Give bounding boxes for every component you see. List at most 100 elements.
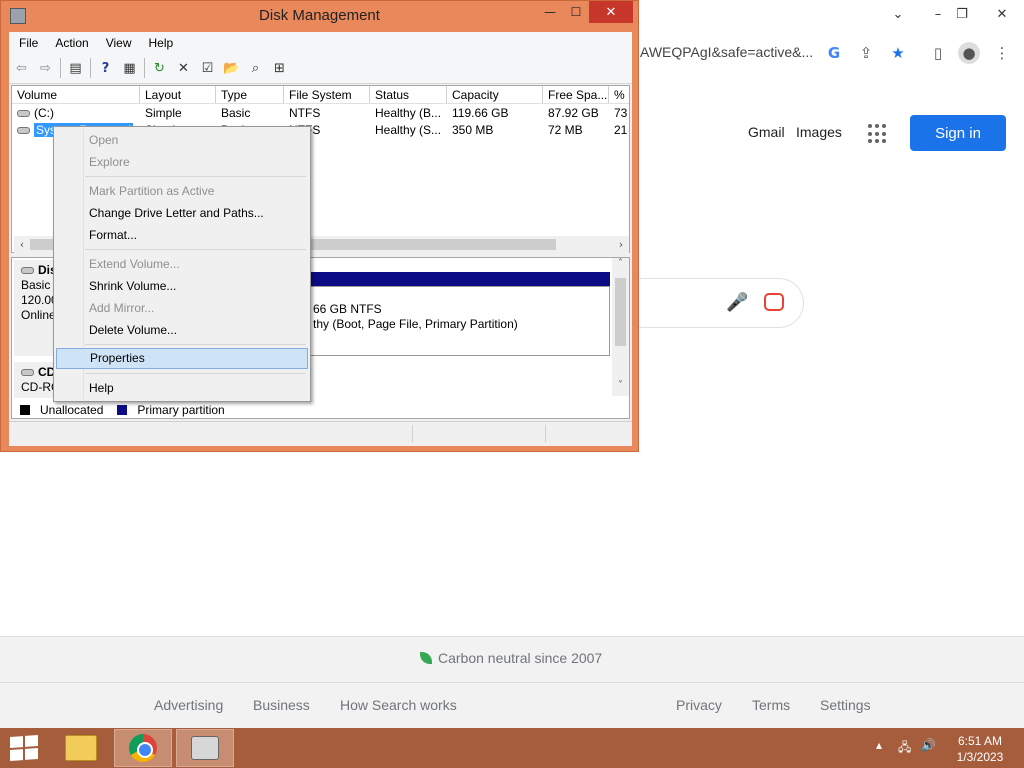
- scroll-thumb[interactable]: [615, 278, 626, 346]
- google-apps-icon[interactable]: [868, 124, 888, 144]
- sign-in-button[interactable]: Sign in: [910, 115, 1006, 151]
- footer-terms-link[interactable]: Terms: [752, 697, 790, 713]
- toolbar: ⇦ ⇨ ▤ ? ▦ ↻ ✕ ☑ 📂 ⌕ ⊞: [9, 53, 632, 84]
- legend: Unallocated Primary partition: [14, 402, 629, 418]
- menu-item-format[interactable]: Format...: [56, 225, 308, 246]
- col-capacity[interactable]: Capacity: [447, 86, 543, 103]
- window-minimize-button[interactable]: —: [537, 1, 563, 23]
- refresh-icon[interactable]: ↻: [150, 59, 169, 78]
- menu-item-delete-volume[interactable]: Delete Volume...: [56, 320, 308, 341]
- address-bar-url[interactable]: AWEQPAgI&safe=active&...: [640, 44, 813, 60]
- chrome-dropdown-icon[interactable]: ⌄: [880, 2, 916, 26]
- volume-icon[interactable]: 🔊: [921, 738, 936, 752]
- window-titlebar[interactable]: Disk Management — ☐ ✕: [1, 1, 638, 32]
- chrome-menu-icon[interactable]: ⋮: [991, 42, 1013, 64]
- profile-avatar-icon[interactable]: ●: [958, 42, 980, 64]
- footer-business-link[interactable]: Business: [253, 697, 310, 713]
- scroll-left-icon[interactable]: ‹: [14, 236, 30, 253]
- row-volume: (C:): [34, 106, 54, 120]
- delete-icon[interactable]: ✕: [174, 59, 193, 78]
- toolbar-separator: [60, 58, 61, 78]
- settings-grid-icon[interactable]: ⊞: [270, 59, 289, 78]
- menu-item-help[interactable]: Help: [56, 378, 308, 399]
- disk-drive-icon: [17, 110, 30, 118]
- menu-item-properties[interactable]: Properties: [56, 348, 308, 369]
- taskbar: ▴ 🖧 🔊 6:51 AM 1/3/2023: [0, 728, 1024, 768]
- forward-arrow-icon[interactable]: ⇨: [36, 59, 55, 78]
- window-maximize-button[interactable]: ☐: [563, 1, 589, 23]
- scroll-down-icon[interactable]: ˅: [612, 380, 629, 396]
- images-link[interactable]: Images: [796, 124, 842, 140]
- footer-privacy-link[interactable]: Privacy: [676, 697, 722, 713]
- legend-unallocated: Unallocated: [40, 403, 104, 417]
- menu-action[interactable]: Action: [55, 36, 88, 50]
- menu-item-add-mirror[interactable]: Add Mirror...: [56, 298, 308, 319]
- menu-item-shrink-volume[interactable]: Shrink Volume...: [56, 276, 308, 297]
- status-bar: [9, 421, 632, 443]
- close-browser-button[interactable]: ✕: [984, 2, 1020, 26]
- file-explorer-taskbar-button[interactable]: [52, 729, 110, 767]
- col-layout[interactable]: Layout: [140, 86, 216, 103]
- partition-c-block[interactable]: 66 GB NTFS thy (Boot, Page File, Primary…: [310, 286, 610, 356]
- footer-how-search-works-link[interactable]: How Search works: [340, 697, 457, 713]
- share-icon[interactable]: ⇪: [855, 42, 877, 64]
- taskbar-clock[interactable]: 6:51 AM 1/3/2023: [948, 733, 1012, 765]
- unallocated-swatch: [20, 405, 30, 415]
- restore-button[interactable]: ❐: [944, 2, 980, 26]
- open-folder-icon[interactable]: 📂: [222, 59, 241, 78]
- col-free-space[interactable]: Free Spa...: [543, 86, 609, 103]
- bookmark-star-icon[interactable]: ★: [887, 42, 909, 64]
- menu-file[interactable]: File: [19, 36, 38, 50]
- side-panel-icon[interactable]: ▯: [927, 42, 949, 64]
- row-percent-free: 73: [614, 106, 628, 120]
- gmail-link[interactable]: Gmail: [748, 124, 785, 140]
- menu-item-open[interactable]: Open: [56, 130, 308, 151]
- help-icon[interactable]: ?: [96, 59, 115, 78]
- menu-help[interactable]: Help: [149, 36, 174, 50]
- row-type: Basic: [221, 106, 251, 120]
- menu-bar: File Action View Help: [9, 32, 632, 53]
- row-percent-free: 21: [614, 123, 628, 137]
- row-file-system: NTFS: [289, 106, 321, 120]
- menu-view[interactable]: View: [106, 36, 132, 50]
- disk-drive-icon: [17, 127, 30, 135]
- footer-advertising-link[interactable]: Advertising: [154, 697, 223, 713]
- menu-separator: [85, 344, 306, 345]
- menu-item-explore[interactable]: Explore: [56, 152, 308, 173]
- voice-search-icon[interactable]: 🎤: [726, 292, 748, 313]
- disk-management-taskbar-button[interactable]: [176, 729, 234, 767]
- menu-item-mark-active[interactable]: Mark Partition as Active: [56, 181, 308, 202]
- clock-date: 1/3/2023: [956, 750, 1004, 764]
- properties-view-icon[interactable]: ▦: [120, 59, 139, 78]
- network-icon[interactable]: 🖧: [898, 738, 911, 759]
- back-arrow-icon[interactable]: ⇦: [12, 59, 31, 78]
- menu-item-extend-volume[interactable]: Extend Volume...: [56, 254, 308, 275]
- row-capacity: 350 MB: [452, 123, 494, 137]
- col-file-system[interactable]: File System: [284, 86, 370, 103]
- disk-management-icon: [191, 736, 219, 760]
- row-status: Healthy (S...: [375, 123, 442, 137]
- toolbar-separator: [90, 58, 91, 78]
- carbon-text: Carbon neutral since 2007: [438, 650, 603, 666]
- scroll-up-icon[interactable]: ˄: [612, 258, 629, 274]
- table-row[interactable]: (C:) Simple Basic NTFS Healthy (B... 119…: [12, 105, 629, 122]
- camera-search-icon[interactable]: [764, 293, 784, 311]
- google-lens-icon[interactable]: G: [823, 42, 845, 64]
- start-windows-icon[interactable]: [10, 735, 38, 761]
- search-magnifier-icon[interactable]: ⌕: [246, 59, 265, 78]
- footer-settings-link[interactable]: Settings: [820, 697, 871, 713]
- col-percent-free[interactable]: % F: [609, 86, 629, 103]
- checklist-icon[interactable]: ☑: [198, 59, 217, 78]
- col-volume[interactable]: Volume: [12, 86, 140, 103]
- scroll-right-icon[interactable]: ›: [613, 236, 629, 253]
- status-divider: [412, 425, 413, 442]
- tray-expand-icon[interactable]: ▴: [876, 738, 882, 752]
- col-type[interactable]: Type: [216, 86, 284, 103]
- window-close-button[interactable]: ✕: [589, 1, 633, 23]
- col-status[interactable]: Status: [370, 86, 447, 103]
- row-capacity: 119.66 GB: [452, 106, 509, 120]
- menu-item-change-drive-letter[interactable]: Change Drive Letter and Paths...: [56, 203, 308, 224]
- console-tree-icon[interactable]: ▤: [66, 59, 85, 78]
- chrome-taskbar-button[interactable]: [114, 729, 172, 767]
- vertical-scrollbar[interactable]: ˄ ˅: [612, 258, 629, 396]
